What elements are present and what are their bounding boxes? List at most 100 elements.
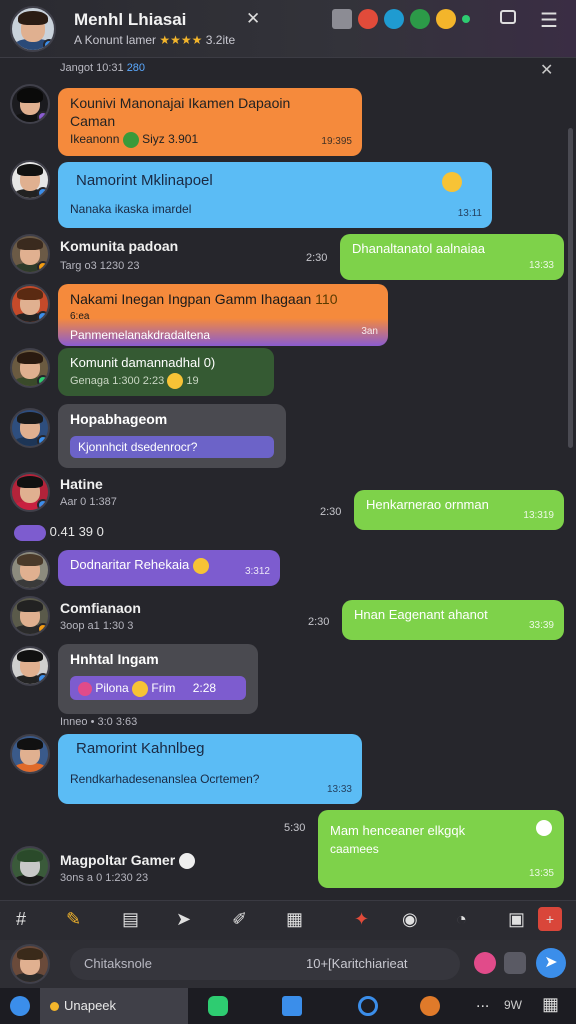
avatar-hair (17, 164, 43, 177)
message-bubble[interactable]: Namorint Mklinapoel Nanaka ikaska imarde… (58, 162, 492, 228)
message-body: Nanaka ikaska imardel (70, 202, 192, 216)
message-time: 3:312 (244, 566, 270, 577)
message-subtitle: Caman (70, 113, 116, 129)
chat-title: Menhl Lhiasai (74, 10, 187, 29)
menu-icon[interactable]: ☰ (540, 8, 558, 33)
sticker-icon[interactable] (474, 952, 496, 974)
avatar-hair (17, 948, 43, 961)
window-icon[interactable] (500, 10, 516, 24)
emoji-icon (167, 373, 184, 390)
message-input[interactable]: Chitaksnole 10+[Karitchiarieat (70, 948, 460, 980)
message-title: Dodnaritar Rehekaia (70, 556, 268, 574)
hashtag-icon[interactable]: # (16, 909, 26, 930)
spark-icon[interactable]: ✦ (354, 909, 369, 930)
start-icon[interactable] (10, 996, 30, 1016)
header-avatar[interactable] (10, 6, 56, 52)
message-bubble[interactable]: Hnhtal Ingam Pilona Frim 2:28 (58, 644, 258, 714)
apps-grid-icon[interactable]: ▦ (542, 994, 559, 1015)
online-status-icon (37, 673, 48, 684)
header-icon-row (332, 7, 470, 31)
avatar[interactable] (10, 234, 50, 274)
message-bubble[interactable]: Komunit damannadhal 0) Genaga 1:300 2:23… (58, 348, 274, 396)
avatar[interactable] (10, 160, 50, 200)
message-title: Kounivi Manonajai Ikamen Dapaoin (70, 95, 291, 111)
avatar[interactable] (10, 734, 50, 774)
close-icon[interactable]: ✕ (246, 9, 260, 29)
flag-icon[interactable] (332, 9, 352, 29)
chrome-icon[interactable] (358, 9, 378, 29)
side-time: 2:30 (320, 506, 342, 518)
scrollbar[interactable] (568, 128, 573, 448)
chart-app-icon[interactable] (282, 996, 302, 1016)
message-subtitle: caamees (330, 842, 379, 856)
message-bubble[interactable]: Kounivi Manonajai Ikamen Dapaoin Caman I… (58, 88, 362, 156)
avatar[interactable] (10, 846, 50, 886)
message-time: 33:39 (528, 620, 554, 631)
emoji-icon (132, 680, 149, 697)
square-icon[interactable]: ▣ (508, 909, 525, 930)
sender-meta: Targ o3 1230 23 (60, 260, 140, 272)
avatar[interactable] (10, 84, 50, 124)
grid-icon[interactable]: ▦ (286, 909, 303, 930)
avatar-hair (17, 850, 43, 863)
user-avatar[interactable] (10, 944, 50, 984)
avatar-hair (17, 88, 43, 103)
avatar[interactable] (10, 348, 50, 388)
online-status-icon (43, 39, 54, 50)
message-bubble[interactable]: Ramorint Kahnlbeg Rendkarhadesenanslea O… (58, 734, 362, 804)
green-app-icon[interactable] (208, 996, 228, 1016)
clock-icon[interactable]: ◔ (456, 909, 467, 930)
avatar-hair (17, 650, 43, 663)
avatar[interactable] (10, 596, 50, 636)
message-title-text: Nakami Inegan Ingpan Gamm Ihagaan (70, 291, 312, 307)
message-title: Komunit damannadhal 0) (70, 355, 216, 370)
emoji-icon (179, 853, 196, 870)
message-bubble[interactable]: Dodnaritar Rehekaia 3:312 (58, 550, 280, 586)
online-status-icon (37, 311, 48, 322)
online-status-icon (37, 375, 48, 386)
chat-subtitle: A Konunt lamer ★★★★ 3.2ite (74, 33, 235, 47)
sender-name: Magpoltar Gamer (60, 852, 196, 870)
robot-icon[interactable] (504, 952, 526, 974)
message-bubble[interactable]: Nakami Inegan Ingpan Gamm Ihagaan 110 6:… (58, 284, 388, 346)
avatar[interactable] (10, 284, 50, 324)
sender-name: Komunita padoan (60, 238, 179, 254)
avatar[interactable] (10, 550, 50, 590)
message-bubble[interactable]: Henkarnerao ornman 13:319 (354, 490, 564, 530)
message-title: Dhanaltanatol aalnaiaa (352, 241, 485, 256)
stat-one: 0.41 (49, 524, 75, 539)
ring-app-icon[interactable] (358, 996, 378, 1016)
online-status-icon (37, 623, 48, 634)
taskbar-active-app[interactable]: Unapeek (40, 988, 188, 1024)
globe-icon[interactable] (384, 9, 404, 29)
pen-icon[interactable]: ✎ (66, 909, 81, 930)
online-status-icon (37, 187, 48, 198)
message-bubble[interactable]: Hnan Eagenant ahanot 33:39 (342, 600, 564, 640)
message-bubble[interactable]: Hopabhageom Kjonnhcit dsedenrocr? (58, 404, 286, 468)
camera-icon[interactable]: ◉ (402, 909, 418, 930)
top-meta-date: Jangot 10:31 (60, 62, 124, 74)
avatar-hair (17, 238, 43, 251)
dismiss-icon[interactable]: ✕ (540, 60, 553, 80)
plus-icon[interactable]: + (538, 907, 562, 931)
avatar[interactable] (10, 646, 50, 686)
chat-area[interactable]: Jangot 10:31 280 ✕ Kounivi Manonajai Ika… (0, 58, 576, 900)
avatar-hair (17, 600, 43, 613)
firefox-icon[interactable] (420, 996, 440, 1016)
message-body: Pilona (95, 681, 129, 695)
app-icon[interactable] (410, 9, 430, 29)
brush-icon[interactable]: ✐ (232, 909, 247, 930)
send-button[interactable]: ➤ (536, 948, 566, 978)
avatar-hair (17, 738, 43, 751)
message-meta: Genaga 1:300 2:23 19 (70, 372, 262, 390)
chat-header: Menhl Lhiasai A Konunt lamer ★★★★ 3.2ite… (0, 0, 576, 58)
cursor-icon[interactable]: ➤ (176, 909, 191, 930)
message-bubble[interactable]: Mam henceaner elkgqk caamees 13:35 (318, 810, 564, 888)
avatar[interactable] (10, 472, 50, 512)
message-bubble[interactable]: Dhanaltanatol aalnaiaa 13:33 (340, 234, 564, 280)
more-icon[interactable]: ... (476, 994, 489, 1012)
avatar[interactable] (10, 408, 50, 448)
message-time: 13:319 (523, 510, 554, 521)
layout-icon[interactable]: ▤ (122, 909, 139, 930)
emoji-icon[interactable] (436, 9, 456, 29)
